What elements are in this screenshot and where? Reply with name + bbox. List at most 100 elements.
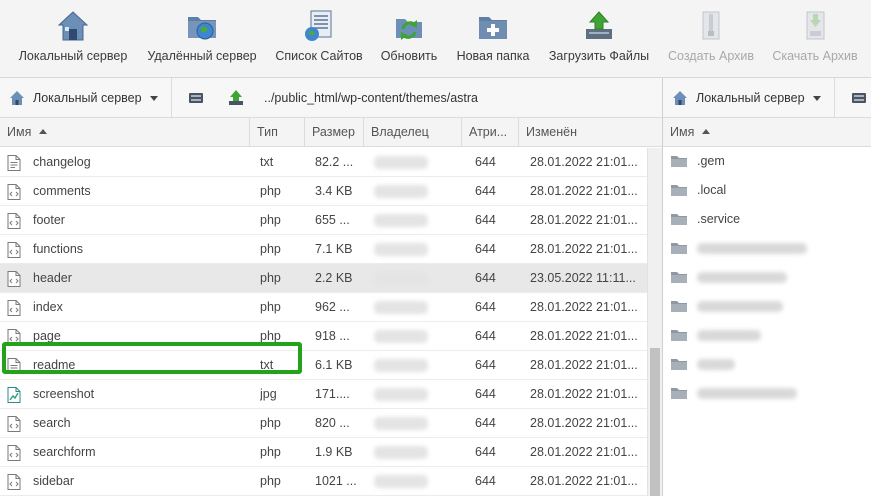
file-list: changelog txt 82.2 ... 644 28.01.2022 21:01.… <box>0 148 647 496</box>
file-attributes: 644 <box>475 474 496 488</box>
file-row[interactable]: changelog txt 82.2 ... 644 28.01.2022 21:01.… <box>0 148 647 177</box>
file-owner-redacted <box>374 272 428 285</box>
create-archive-button[interactable]: Создать Архив <box>666 0 756 78</box>
file-row[interactable]: searchform php 1.9 KB 644 28.01.2022 21:01..… <box>0 438 647 467</box>
new-folder-button[interactable]: Новая папка <box>455 0 531 78</box>
file-size: 7.1 KB <box>315 242 353 256</box>
file-owner-redacted <box>374 330 428 343</box>
file-name: functions <box>33 242 84 256</box>
file-row[interactable]: index php 962 ... 644 28.01.2022 21:01... <box>0 293 647 322</box>
file-size: 2.2 KB <box>315 271 353 285</box>
folder-icon <box>671 387 687 399</box>
file-attributes: 644 <box>475 271 496 285</box>
file-row[interactable]: search php 820 ... 644 28.01.2022 21:01... <box>0 409 647 438</box>
php-file-icon <box>7 213 21 229</box>
file-modified: 28.01.2022 21:01... <box>530 445 638 459</box>
folder-row[interactable] <box>663 292 871 321</box>
main-toolbar: Локальный сервер Удалённый сервер Список… <box>0 0 871 78</box>
file-owner-redacted <box>374 417 428 430</box>
file-modified: 28.01.2022 21:01... <box>530 155 638 169</box>
left-file-panel: Локальный сервер ../public_html/wp-conte… <box>0 78 662 496</box>
file-row[interactable]: functions php 7.1 KB 644 28.01.2022 21:01... <box>0 235 647 264</box>
php-file-icon <box>7 184 21 200</box>
file-modified: 28.01.2022 21:01... <box>530 213 638 227</box>
php-file-icon <box>7 271 21 287</box>
file-name: search <box>33 416 71 430</box>
file-size: 1021 ... <box>315 474 357 488</box>
file-list-header: Имя Тип Размер Владелец Атри... Изменён <box>0 118 662 147</box>
file-owner-redacted <box>374 475 428 488</box>
file-attributes: 644 <box>475 184 496 198</box>
file-name: searchform <box>33 445 96 459</box>
folder-row[interactable] <box>663 350 871 379</box>
file-attributes: 644 <box>475 358 496 372</box>
file-type: php <box>260 271 281 285</box>
file-size: 3.4 KB <box>315 184 353 198</box>
file-modified: 28.01.2022 21:01... <box>530 329 638 343</box>
left-server-select[interactable]: Локальный сервер <box>0 78 172 118</box>
php-file-icon <box>7 242 21 258</box>
file-size: 918 ... <box>315 329 350 343</box>
file-owner-redacted <box>374 214 428 227</box>
folder-name: .local <box>697 183 727 197</box>
folder-name: .gem <box>697 154 725 168</box>
column-modified-header[interactable]: Изменён <box>519 118 662 147</box>
file-attributes: 644 <box>475 300 496 314</box>
download-archive-button[interactable]: Скачать Архив <box>769 0 861 78</box>
house-icon <box>10 91 24 105</box>
file-row[interactable]: footer php 655 ... 644 28.01.2022 21:01... <box>0 206 647 235</box>
local-server-button[interactable]: Локальный сервер <box>16 0 130 78</box>
file-size: 655 ... <box>315 213 350 227</box>
file-owner-redacted <box>374 388 428 401</box>
column-type-header[interactable]: Тип <box>250 118 305 147</box>
column-attributes-header[interactable]: Атри... <box>462 118 519 147</box>
upload-files-button[interactable]: Загрузить Файлы <box>546 0 652 78</box>
file-attributes: 644 <box>475 387 496 401</box>
file-row[interactable]: comments php 3.4 KB 644 28.01.2022 21:01... <box>0 177 647 206</box>
file-modified: 28.01.2022 21:01... <box>530 416 638 430</box>
file-list-scrollbar[interactable] <box>647 148 662 496</box>
server-drive-icon[interactable] <box>187 89 205 107</box>
folder-row[interactable] <box>663 263 871 292</box>
refresh-button[interactable]: Обновить <box>376 0 442 78</box>
server-drive-icon[interactable] <box>850 89 868 107</box>
highlight-frame <box>2 342 302 374</box>
folder-name-redacted <box>697 243 807 254</box>
folder-row[interactable] <box>663 321 871 350</box>
php-file-icon <box>7 474 21 490</box>
folder-row[interactable] <box>663 234 871 263</box>
remote-server-button[interactable]: Удалённый сервер <box>144 0 260 78</box>
file-attributes: 644 <box>475 445 496 459</box>
house-icon <box>673 91 687 105</box>
folder-row[interactable]: .gem <box>663 147 871 176</box>
folder-row[interactable] <box>663 379 871 408</box>
file-type: jpg <box>260 387 277 401</box>
upload-icon <box>586 11 612 39</box>
current-path[interactable]: ../public_html/wp-content/themes/astra <box>264 91 478 105</box>
column-owner-header[interactable]: Владелец <box>364 118 462 147</box>
scrollbar-thumb[interactable] <box>650 348 660 496</box>
folder-icon <box>671 271 687 283</box>
file-type: php <box>260 213 281 227</box>
file-size: 820 ... <box>315 416 350 430</box>
file-type: php <box>260 416 281 430</box>
column-size-header[interactable]: Размер <box>305 118 364 147</box>
file-name: comments <box>33 184 91 198</box>
file-attributes: 644 <box>475 242 496 256</box>
file-attributes: 644 <box>475 416 496 430</box>
file-row[interactable]: header php 2.2 KB 644 23.05.2022 11:11... <box>0 264 647 293</box>
column-name-header[interactable]: Имя <box>0 118 250 147</box>
folder-icon <box>671 213 687 225</box>
folder-row[interactable]: .local <box>663 176 871 205</box>
right-server-select[interactable]: Локальный сервер <box>663 78 835 118</box>
file-row[interactable]: sidebar php 1021 ... 644 28.01.2022 21:01... <box>0 467 647 496</box>
file-name: sidebar <box>33 474 74 488</box>
folder-row[interactable]: .service <box>663 205 871 234</box>
right-column-name-header[interactable]: Имя <box>663 118 871 147</box>
site-list-button[interactable]: Список Сайтов <box>274 0 364 78</box>
file-row[interactable]: screenshot jpg 171.... 644 28.01.2022 21:01.… <box>0 380 647 409</box>
file-name: header <box>33 271 72 285</box>
folder-name-redacted <box>697 388 797 399</box>
upload-arrow-icon[interactable] <box>227 89 245 107</box>
file-owner-redacted <box>374 301 428 314</box>
